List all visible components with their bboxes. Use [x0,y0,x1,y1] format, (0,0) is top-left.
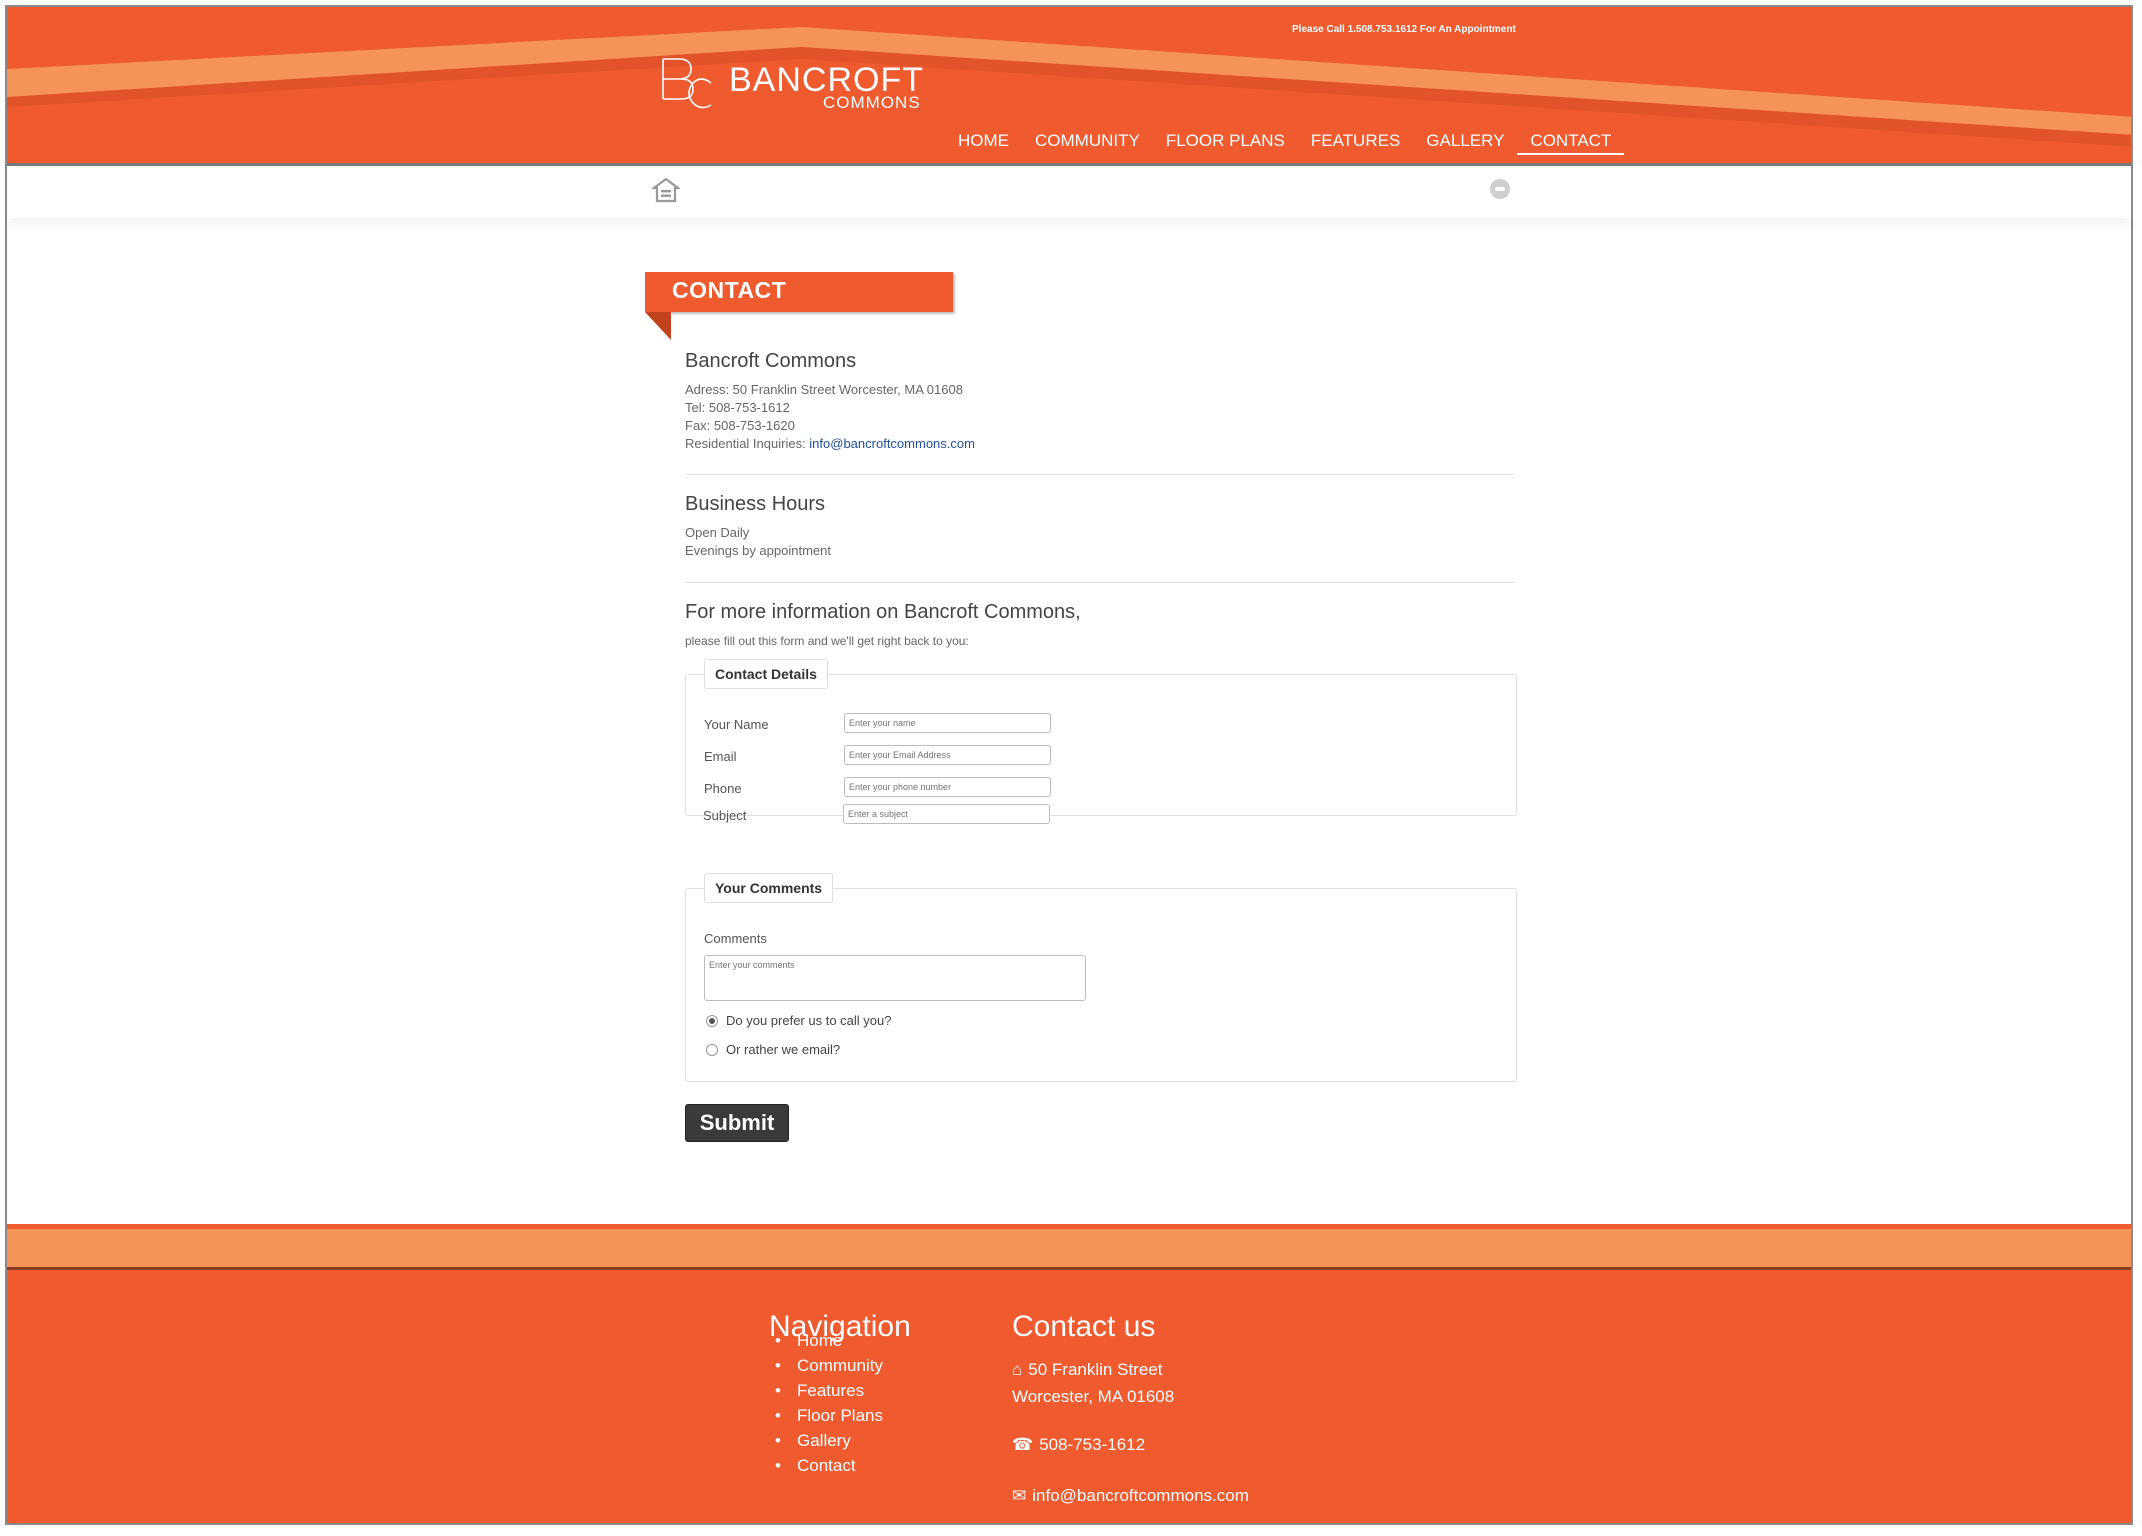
comments-textarea[interactable] [704,955,1086,1001]
toggle-icon[interactable] [1490,179,1510,199]
logo-subtitle: COMMONS [823,93,921,112]
radio-email[interactable] [706,1043,718,1056]
more-info: For more information on Bancroft Commons… [685,601,1515,650]
page-title-ribbon: CONTACT [645,272,953,312]
main-nav: HOME COMMUNITY FLOOR PLANS FEATURES GALL… [945,131,1625,155]
sub-bar [7,166,2131,218]
submit-button[interactable]: Submit [685,1104,789,1142]
phone-input[interactable] [844,777,1051,797]
inquiries-email-link[interactable]: info@bancroftcommons.com [809,436,975,451]
home-icon: ⌂ [1012,1360,1023,1379]
email-label: Email [704,749,737,764]
company-address: Adress: 50 Franklin Street Worcester, MA… [685,382,963,397]
footer-address-line2: Worcester, MA 01608 [1012,1387,1175,1406]
contact-details-legend: Contact Details [704,659,828,689]
footer-nav-floor-plans[interactable]: Floor Plans [775,1403,883,1428]
logo[interactable]: BANCROFT COMMONS [657,53,957,117]
subject-input[interactable] [843,804,1050,824]
radio-email-label: Or rather we email? [726,1042,841,1057]
hours-line1: Open Daily [685,525,750,540]
footer-band [7,1229,2131,1267]
footer-phone-text: 508-753-1612 [1039,1435,1146,1454]
nav-home[interactable]: HOME [945,131,1022,155]
company-inquiries: Residential Inquiries: info@bancroftcomm… [685,435,1515,453]
more-info-subtitle: please fill out this form and we'll get … [685,634,969,648]
nav-floor-plans[interactable]: FLOOR PLANS [1153,131,1298,155]
phone-label: Phone [704,781,742,796]
nav-features[interactable]: FEATURES [1298,131,1413,155]
name-input[interactable] [844,713,1051,733]
footer-phone: ☎ 508-753-1612 [1012,1435,1145,1455]
phone-icon: ☎ [1012,1435,1034,1454]
call-for-appointment: Please Call 1.508.753.1612 For An Appoin… [1292,24,1516,35]
footer-email-text[interactable]: info@bancroftcommons.com [1032,1486,1249,1506]
equal-housing-icon [652,177,680,203]
footer-nav-gallery[interactable]: Gallery [775,1428,883,1453]
footer-nav-contact[interactable]: Contact [775,1453,883,1478]
main-content: CONTACT Bancroft Commons Adress: 50 Fran… [7,218,2131,1224]
footer-address-line1: ⌂ 50 Franklin Street [1012,1360,1162,1380]
envelope-icon: ✉ [1012,1486,1027,1505]
company-fax: Fax: 508-753-1620 [685,418,795,433]
subject-label: Subject [703,808,747,823]
inquiries-label: Residential Inquiries: [685,436,810,451]
site-header: Please Call 1.508.753.1612 For An Appoin… [7,7,2131,165]
more-info-title: For more information on Bancroft Commons… [685,601,1081,623]
footer-nav-list: Home Community Features Floor Plans Gall… [775,1328,883,1478]
contact-details-fieldset: Contact Details Your Name Email Phone [685,659,1517,816]
divider [685,474,1515,475]
nav-community[interactable]: COMMUNITY [1022,131,1153,155]
footer-nav-community[interactable]: Community [775,1353,883,1378]
radio-email-row[interactable]: Or rather we email? [706,1042,840,1057]
hours-line2: Evenings by appointment [685,543,831,558]
hours-title: Business Hours [685,493,826,515]
browser-page: Please Call 1.508.753.1612 For An Appoin… [5,5,2133,1525]
radio-call[interactable] [706,1014,718,1027]
divider [685,582,1515,583]
page-title: CONTACT [672,277,787,303]
company-tel: Tel: 508-753-1612 [685,400,790,415]
company-info: Bancroft Commons Adress: 50 Franklin Str… [685,350,1515,453]
nav-contact[interactable]: CONTACT [1517,131,1625,155]
comments-fieldset: Your Comments Comments Do you prefer us … [685,873,1517,1082]
comments-legend: Your Comments [704,873,834,903]
comments-label: Comments [704,931,767,946]
business-hours: Business Hours Open Daily Evenings by ap… [685,493,1515,560]
footer-email[interactable]: ✉ info@bancroftcommons.com [1012,1486,1249,1506]
name-label: Your Name [704,717,769,732]
footer-address-text: 50 Franklin Street [1028,1360,1163,1379]
company-name: Bancroft Commons [685,350,857,372]
email-input[interactable] [844,745,1051,765]
footer-nav-home[interactable]: Home [775,1328,883,1353]
radio-call-label: Do you prefer us to call you? [726,1013,892,1028]
nav-gallery[interactable]: GALLERY [1413,131,1517,155]
radio-call-row[interactable]: Do you prefer us to call you? [706,1013,891,1028]
site-footer: Navigation Home Community Features Floor… [7,1270,2131,1523]
footer-nav-features[interactable]: Features [775,1378,883,1403]
logo-mark-icon [662,58,712,109]
footer-contact-heading: Contact us [1012,1310,1156,1343]
ribbon-fold [645,312,671,340]
